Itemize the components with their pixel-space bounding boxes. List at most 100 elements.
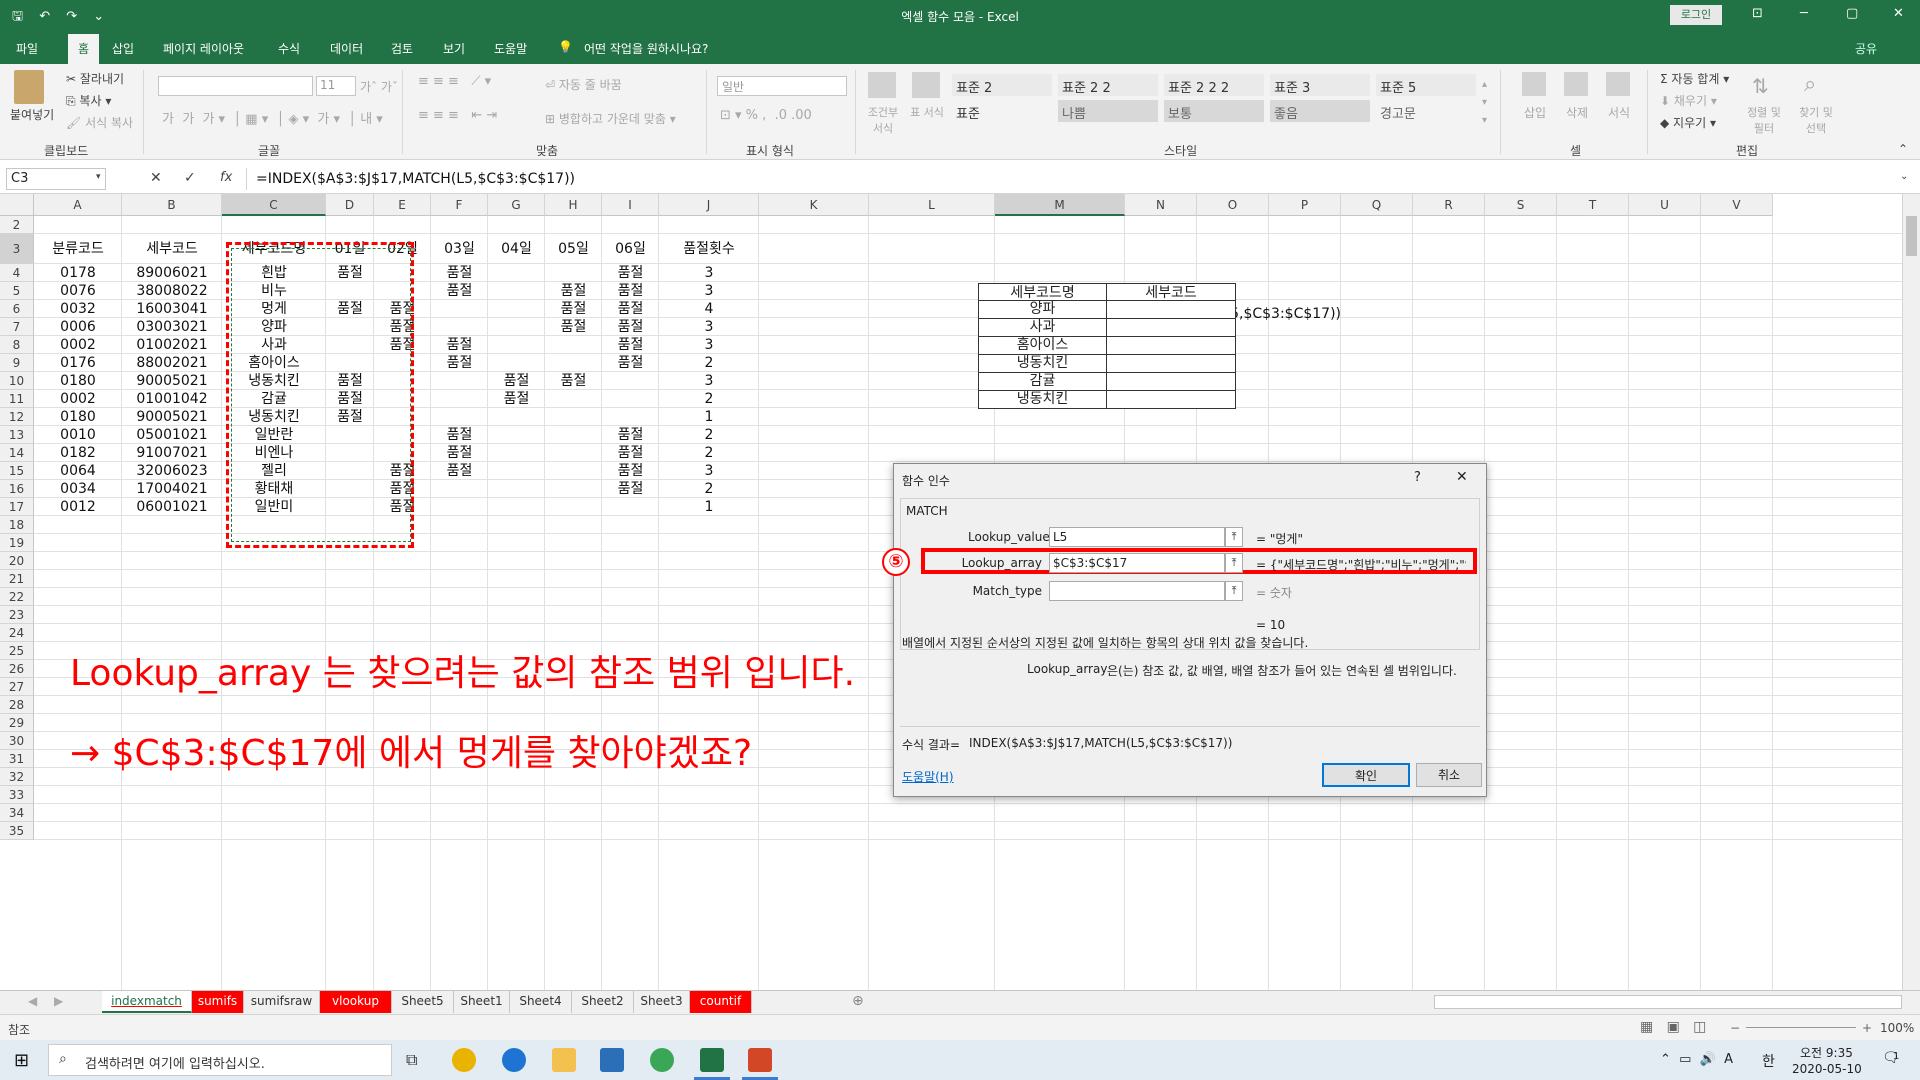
expand-formula-icon[interactable]: ⌄: [1900, 171, 1908, 182]
table-cell[interactable]: 품절: [431, 282, 488, 300]
column-header-p[interactable]: P: [1269, 194, 1341, 216]
table-cell[interactable]: 0002: [34, 390, 122, 408]
find-select-button[interactable]: 찾기 및 선택: [1794, 104, 1838, 136]
collapse-ref-icon[interactable]: ⤒: [1225, 553, 1243, 573]
row-header-26[interactable]: 26: [0, 660, 34, 678]
table-cell[interactable]: 품절: [545, 318, 602, 336]
row-header-18[interactable]: 18: [0, 516, 34, 534]
row-header-10[interactable]: 10: [0, 372, 34, 390]
sheet-tab-sheet4[interactable]: Sheet4: [510, 991, 572, 1013]
windows-start-icon[interactable]: ⊞: [14, 1050, 29, 1071]
column-header-b[interactable]: B: [122, 194, 222, 216]
row-header-31[interactable]: 31: [0, 750, 34, 768]
row-header-6[interactable]: 6: [0, 300, 34, 318]
table-cell[interactable]: 0006: [34, 318, 122, 336]
lookup-result-cell[interactable]: [1106, 372, 1236, 391]
find-select-icon[interactable]: ⌕: [1804, 72, 1816, 97]
style-normal[interactable]: 표준: [952, 100, 1052, 122]
column-header-h[interactable]: H: [545, 194, 602, 216]
row-header-17[interactable]: 17: [0, 498, 34, 516]
lookup-result-cell[interactable]: [1106, 300, 1236, 319]
column-header-o[interactable]: O: [1197, 194, 1269, 216]
table-cell[interactable]: 88002021: [122, 354, 222, 372]
row-header-25[interactable]: 25: [0, 642, 34, 660]
tab-review[interactable]: 검토: [391, 40, 413, 57]
format-painter-button[interactable]: 🖌 서식 복사: [66, 114, 133, 131]
table-cell[interactable]: 90005021: [122, 372, 222, 390]
table-cell[interactable]: 0178: [34, 264, 122, 282]
table-cell[interactable]: 0182: [34, 444, 122, 462]
row-header-16[interactable]: 16: [0, 480, 34, 498]
prev-sheet-icon[interactable]: ◀: [28, 994, 37, 1008]
table-cell[interactable]: 0180: [34, 372, 122, 390]
lookup-item-cell[interactable]: 냉동치킨: [978, 354, 1107, 373]
column-header-r[interactable]: R: [1413, 194, 1485, 216]
conditional-format-button[interactable]: 조건부 서식: [866, 104, 900, 136]
styles-scroll-icons[interactable]: ▴ ▾ ▾: [1482, 76, 1487, 130]
column-header-f[interactable]: F: [431, 194, 488, 216]
lookup-value-input[interactable]: L5: [1049, 527, 1225, 547]
column-header-j[interactable]: J: [659, 194, 759, 216]
table-cell[interactable]: 품절: [431, 336, 488, 354]
style-bad[interactable]: 나쁨: [1058, 100, 1158, 122]
ok-button[interactable]: 확인: [1322, 763, 1410, 787]
zoom-level[interactable]: 100%: [1880, 1021, 1914, 1035]
mail-icon[interactable]: [600, 1048, 624, 1072]
table-cell[interactable]: 1: [659, 498, 759, 516]
close-icon[interactable]: ✕: [1893, 6, 1904, 21]
table-cell[interactable]: 품절: [602, 444, 659, 462]
enter-formula-icon[interactable]: ✓: [184, 170, 196, 186]
clear-button[interactable]: ◆ 지우기 ▾: [1660, 114, 1716, 131]
row-header-12[interactable]: 12: [0, 408, 34, 426]
style-standard-2-2[interactable]: 표준 2 2: [1058, 74, 1158, 96]
table-cell[interactable]: 0032: [34, 300, 122, 318]
file-explorer-icon[interactable]: [552, 1048, 576, 1072]
column-header-v[interactable]: V: [1701, 194, 1773, 216]
row-header-4[interactable]: 4: [0, 264, 34, 282]
style-good[interactable]: 좋음: [1270, 100, 1370, 122]
row-header-8[interactable]: 8: [0, 336, 34, 354]
row-header-34[interactable]: 34: [0, 804, 34, 822]
row-header-32[interactable]: 32: [0, 768, 34, 786]
tab-page-layout[interactable]: 페이지 레이아웃: [163, 40, 244, 57]
font-name-combobox[interactable]: [158, 76, 313, 96]
table-cell[interactable]: 32006023: [122, 462, 222, 480]
table-cell[interactable]: 3: [659, 282, 759, 300]
table-cell[interactable]: 01002021: [122, 336, 222, 354]
powerpoint-icon[interactable]: [748, 1048, 772, 1072]
row-header-14[interactable]: 14: [0, 444, 34, 462]
lookup-array-input[interactable]: $C$3:$C$17: [1049, 553, 1225, 573]
system-tray-icons[interactable]: ⌃ ▭ 🔊 A: [1660, 1052, 1733, 1067]
sheet-tab-sumifsraw[interactable]: sumifsraw: [244, 991, 320, 1013]
table-cell[interactable]: 05001021: [122, 426, 222, 444]
row-header-30[interactable]: 30: [0, 732, 34, 750]
style-standard-2[interactable]: 표준 2: [952, 74, 1052, 96]
sheet-tab-sheet1[interactable]: Sheet1: [454, 991, 510, 1013]
select-all-corner[interactable]: [0, 194, 34, 216]
table-cell[interactable]: 06001021: [122, 498, 222, 516]
row-header-19[interactable]: 19: [0, 534, 34, 552]
table-cell[interactable]: 품절: [545, 300, 602, 318]
table-cell[interactable]: 1: [659, 408, 759, 426]
paste-button[interactable]: 붙여넣기: [10, 106, 54, 123]
table-cell[interactable]: 3: [659, 318, 759, 336]
insert-function-icon[interactable]: fx: [220, 170, 232, 185]
column-header-k[interactable]: K: [759, 194, 869, 216]
task-view-icon[interactable]: ⧉: [406, 1050, 417, 1070]
row-header-27[interactable]: 27: [0, 678, 34, 696]
header-cell[interactable]: 품절횟수: [659, 234, 759, 264]
tell-me-search[interactable]: 어떤 작업을 원하시나요?: [584, 40, 708, 57]
match-type-input[interactable]: [1049, 581, 1225, 601]
column-header-n[interactable]: N: [1125, 194, 1197, 216]
fill-button[interactable]: ⬇ 채우기 ▾: [1660, 92, 1717, 109]
horizontal-scrollbar[interactable]: [1434, 995, 1902, 1009]
ime-indicator[interactable]: 한: [1762, 1051, 1775, 1071]
excel-taskbar-icon[interactable]: [700, 1048, 724, 1072]
table-cell[interactable]: 품절: [488, 390, 545, 408]
chrome-profile-icon[interactable]: [650, 1048, 674, 1072]
table-cell[interactable]: 01001042: [122, 390, 222, 408]
table-cell[interactable]: 2: [659, 390, 759, 408]
zoom-slider[interactable]: [1746, 1027, 1856, 1028]
sheet-tab-vlookup[interactable]: vlookup: [320, 991, 392, 1013]
row-header-2[interactable]: 2: [0, 216, 34, 234]
